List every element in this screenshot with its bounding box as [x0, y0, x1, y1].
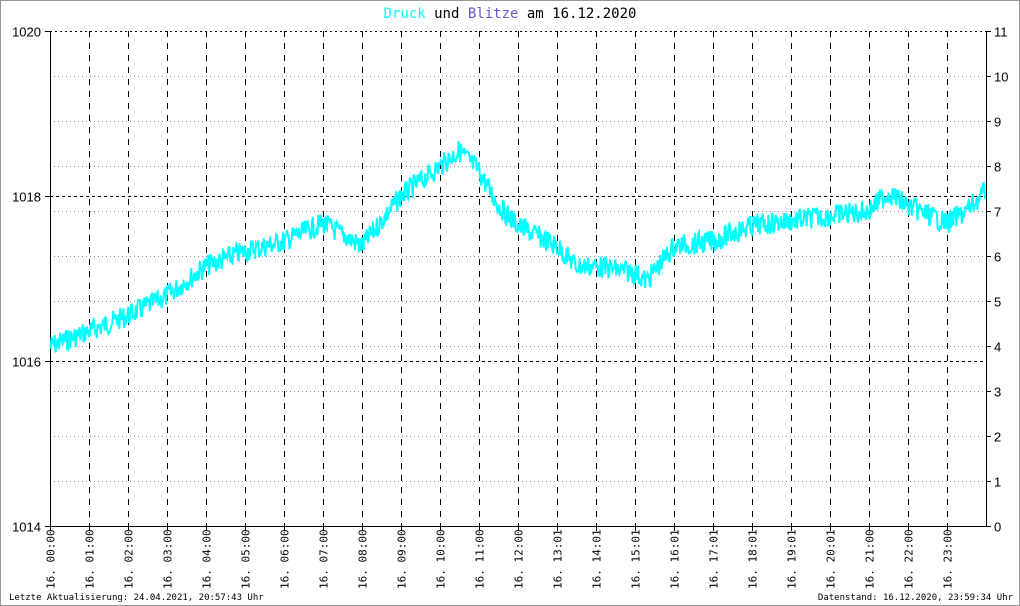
right-tick-label: 11 [994, 25, 1008, 40]
x-tick-label: 16. 22:00 [903, 529, 916, 589]
right-tick-label: 7 [994, 205, 1001, 220]
x-tick-label: 16. 07:00 [318, 529, 331, 589]
x-tick-label: 16. 10:00 [435, 529, 448, 589]
right-tick-label: 1 [994, 475, 1001, 490]
right-tick-label: 5 [994, 295, 1001, 310]
left-tick-label: 1018 [12, 190, 41, 205]
right-tick-label: 6 [994, 250, 1001, 265]
left-tick-label: 1016 [12, 355, 41, 370]
chart-svg: 0 1 2 3 4 5 6 7 8 9 10 11 1014 1016 1018 1020 16. 00:00 1… [12, 25, 1008, 590]
x-tick-label: 16. 13:01 [552, 529, 565, 589]
x-tick-label: 16. 12:00 [513, 529, 526, 589]
right-tick-label: 9 [994, 115, 1001, 130]
right-tick-label: 0 [994, 520, 1001, 535]
x-tick-label: 16. 15:01 [630, 529, 643, 589]
x-tick-label: 16. 19:01 [786, 529, 799, 589]
x-tick-label: 16. 03:00 [162, 529, 175, 589]
x-tick-label: 16. 18:01 [747, 529, 760, 589]
footer-last-update: Letzte Aktualisierung: 24.04.2021, 20:57… [9, 593, 264, 603]
right-tick-label: 3 [994, 385, 1001, 400]
right-tick-label: 10 [994, 70, 1008, 85]
x-tick-label: 16. 17:01 [708, 529, 721, 589]
x-tick-label: 16. 16:01 [669, 529, 682, 589]
x-tick-label: 16. 11:00 [474, 529, 487, 589]
x-tick-label: 16. 06:00 [279, 529, 292, 589]
left-tick-label: 1020 [12, 25, 41, 40]
x-tick-label: 16. 23:00 [942, 529, 955, 589]
x-tick-label: 16. 04:00 [201, 529, 214, 589]
left-tick-label: 1014 [12, 520, 41, 535]
x-tick-label: 16. 21:00 [864, 529, 877, 589]
x-tick-label: 16. 20:01 [825, 529, 838, 589]
x-tick-label: 16. 05:00 [240, 529, 253, 589]
footer-data-status: Datenstand: 16.12.2020, 23:59:34 Uhr [817, 593, 1013, 603]
chart-frame: Druck und Blitze am 16.12.2020 012345678… [0, 0, 1020, 606]
x-tick-label: 16. 14:01 [591, 529, 604, 589]
x-tick-label: 16. 01:00 [84, 529, 97, 589]
right-tick-label: 8 [994, 160, 1001, 175]
x-tick-label: 16. 00:00 [45, 529, 58, 589]
x-tick-label: 16. 09:00 [396, 529, 409, 589]
x-tick-label: 16. 08:00 [357, 529, 370, 589]
right-tick-label: 2 [994, 430, 1001, 445]
x-tick-label: 16. 02:00 [123, 529, 136, 589]
right-tick-label: 4 [994, 340, 1001, 355]
